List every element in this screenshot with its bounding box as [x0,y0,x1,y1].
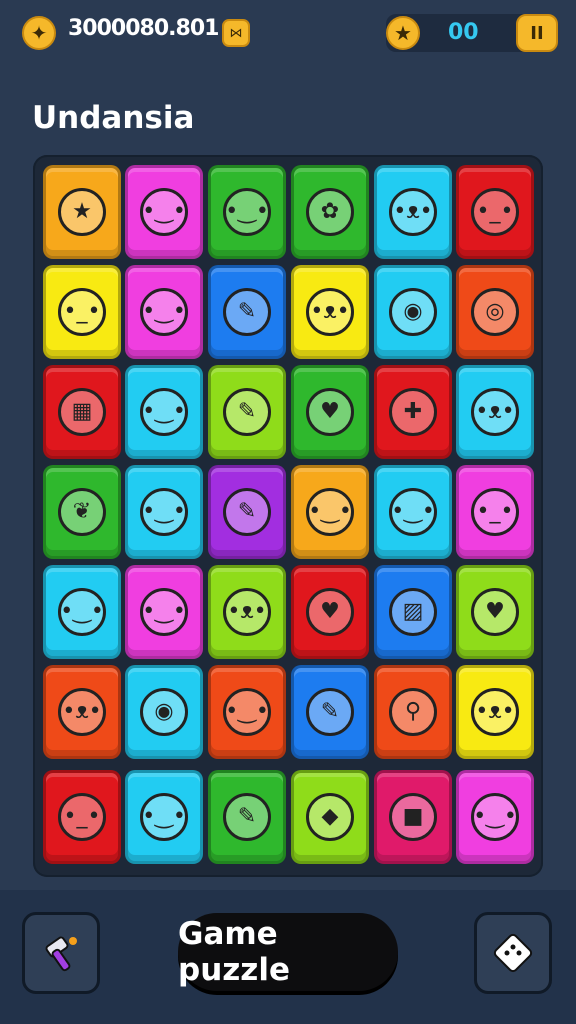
pink-crayon-icon: ✎ [306,688,354,736]
tile-r7-c1[interactable]: •_• [43,770,121,864]
score-counter: 3000080.801 [68,16,219,41]
tile-r3-c1[interactable]: ▦ [43,365,121,459]
orange-cat-icon: •ᴥ• [306,288,354,336]
star-count: 00 [448,20,479,45]
tile-r2-c1[interactable]: •_• [43,265,121,359]
ice-cream-icon: ◉ [389,288,437,336]
gray-face-icon: •_• [58,288,106,336]
tile-r7-c5[interactable]: ■ [374,770,452,864]
pause-button[interactable]: II [516,14,558,52]
red-heart-icon: ♥ [306,588,354,636]
white-face-icon: •‿• [223,688,271,736]
tile-r6-c2[interactable]: ◉ [125,665,203,759]
tile-r1-c1[interactable]: ★ [43,165,121,259]
tile-r2-c6[interactable]: ◎ [456,265,534,359]
tile-r3-c2[interactable]: •‿• [125,365,203,459]
lollipop-icon: ◎ [471,288,519,336]
pencil-icon: ✎ [223,288,271,336]
tile-r6-c1[interactable]: •ᴥ• [43,665,121,759]
tile-r1-c2[interactable]: •‿• [125,165,203,259]
pink-flower-icon: ✿ [306,188,354,236]
game-puzzle-button[interactable]: Game puzzle [178,913,398,991]
hammer-icon [45,936,77,972]
magnifier-icon: ⚲ [389,688,437,736]
hammer-button[interactable] [22,912,100,994]
tile-r5-c5[interactable]: ▨ [374,565,452,659]
tile-r3-c6[interactable]: •ᴥ• [456,365,534,459]
tile-r6-c4[interactable]: ✎ [291,665,369,759]
tile-r4-c2[interactable]: •‿• [125,465,203,559]
yellow-square-icon: ■ [389,793,437,841]
star-icon: ★ [386,16,420,50]
purple-box-icon: ▨ [389,588,437,636]
candy-icon: ◆ [306,793,354,841]
tile-r5-c2[interactable]: •‿• [125,565,203,659]
tile-r2-c4[interactable]: •ᴥ• [291,265,369,359]
dice-icon [493,933,533,973]
tile-r5-c6[interactable]: ♥ [456,565,534,659]
yellow-face-icon: •‿• [389,488,437,536]
yellow-face-icon: •‿• [140,793,188,841]
brown-face-icon: •‿• [306,488,354,536]
tile-r7-c3[interactable]: ✎ [208,770,286,864]
green-monster-icon: •‿• [140,388,188,436]
white-robot-icon: •_• [471,188,519,236]
green-fish-icon: •‿• [140,488,188,536]
star-face-icon: ★ [58,188,106,236]
tile-r5-c4[interactable]: ♥ [291,565,369,659]
coin-icon: ✦ [22,16,56,50]
tile-r6-c3[interactable]: •‿• [208,665,286,759]
level-title: Undansia [32,100,195,136]
green-face-icon: •‿• [140,188,188,236]
green-critter-icon: •‿• [223,188,271,236]
tile-r6-c6[interactable]: •ᴥ• [456,665,534,759]
tile-r3-c5[interactable]: ✚ [374,365,452,459]
pushpin-icon: ✚ [389,388,437,436]
tile-r2-c3[interactable]: ✎ [208,265,286,359]
blue-heart-icon: ♥ [306,388,354,436]
yellow-leaf-icon: ❦ [58,488,106,536]
tile-r2-c5[interactable]: ◉ [374,265,452,359]
yellow-face-icon: •‿• [140,288,188,336]
tile-r2-c2[interactable]: •‿• [125,265,203,359]
orange-face-icon: •_• [471,488,519,536]
tile-r1-c3[interactable]: •‿• [208,165,286,259]
pink-cat-icon: •ᴥ• [389,188,437,236]
tile-r1-c4[interactable]: ✿ [291,165,369,259]
green-cat-icon: •ᴥ• [471,688,519,736]
calendar-icon: ▦ [58,388,106,436]
tile-r5-c1[interactable]: •‿• [43,565,121,659]
tile-r4-c6[interactable]: •_• [456,465,534,559]
yellow-heart-icon: ♥ [471,588,519,636]
tile-r6-c5[interactable]: ⚲ [374,665,452,759]
bow-tie-button[interactable]: ⋈ [222,19,250,47]
tile-r5-c3[interactable]: •ᴥ• [208,565,286,659]
blue-ghost-icon: •‿• [471,793,519,841]
dice-button[interactable] [474,912,552,994]
tile-r4-c5[interactable]: •‿• [374,465,452,559]
crayon-icon: ✎ [223,388,271,436]
gray-face-icon: •_• [58,793,106,841]
tile-r3-c3[interactable]: ✎ [208,365,286,459]
yellow-drop-icon: •‿• [140,588,188,636]
top-bar: ✦ 3000080.801 ⋈ ★ 00 II [0,0,576,70]
tile-r4-c3[interactable]: ✎ [208,465,286,559]
green-cat-icon: •ᴥ• [471,388,519,436]
tile-r4-c4[interactable]: •‿• [291,465,369,559]
tile-r1-c6[interactable]: •_• [456,165,534,259]
tile-r1-c5[interactable]: •ᴥ• [374,165,452,259]
tile-r7-c2[interactable]: •‿• [125,770,203,864]
pink-ghost-icon: •‿• [58,588,106,636]
tile-r7-c6[interactable]: •‿• [456,770,534,864]
puzzle-board: ★ •‿• •‿• ✿ •ᴥ• •_• •_• •‿• ✎ •ᴥ• ◉ ◎ ▦ •‿• ✎ ♥ ✚ •ᴥ• ❦ •‿•… [33,155,543,877]
pencil-icon: ✎ [223,793,271,841]
drumstick-icon: ◉ [140,688,188,736]
tile-r4-c1[interactable]: ❦ [43,465,121,559]
orange-cat-icon: •ᴥ• [58,688,106,736]
tan-cat-icon: •ᴥ• [223,588,271,636]
pink-crayon-icon: ✎ [223,488,271,536]
tile-r3-c4[interactable]: ♥ [291,365,369,459]
tile-r7-c4[interactable]: ◆ [291,770,369,864]
